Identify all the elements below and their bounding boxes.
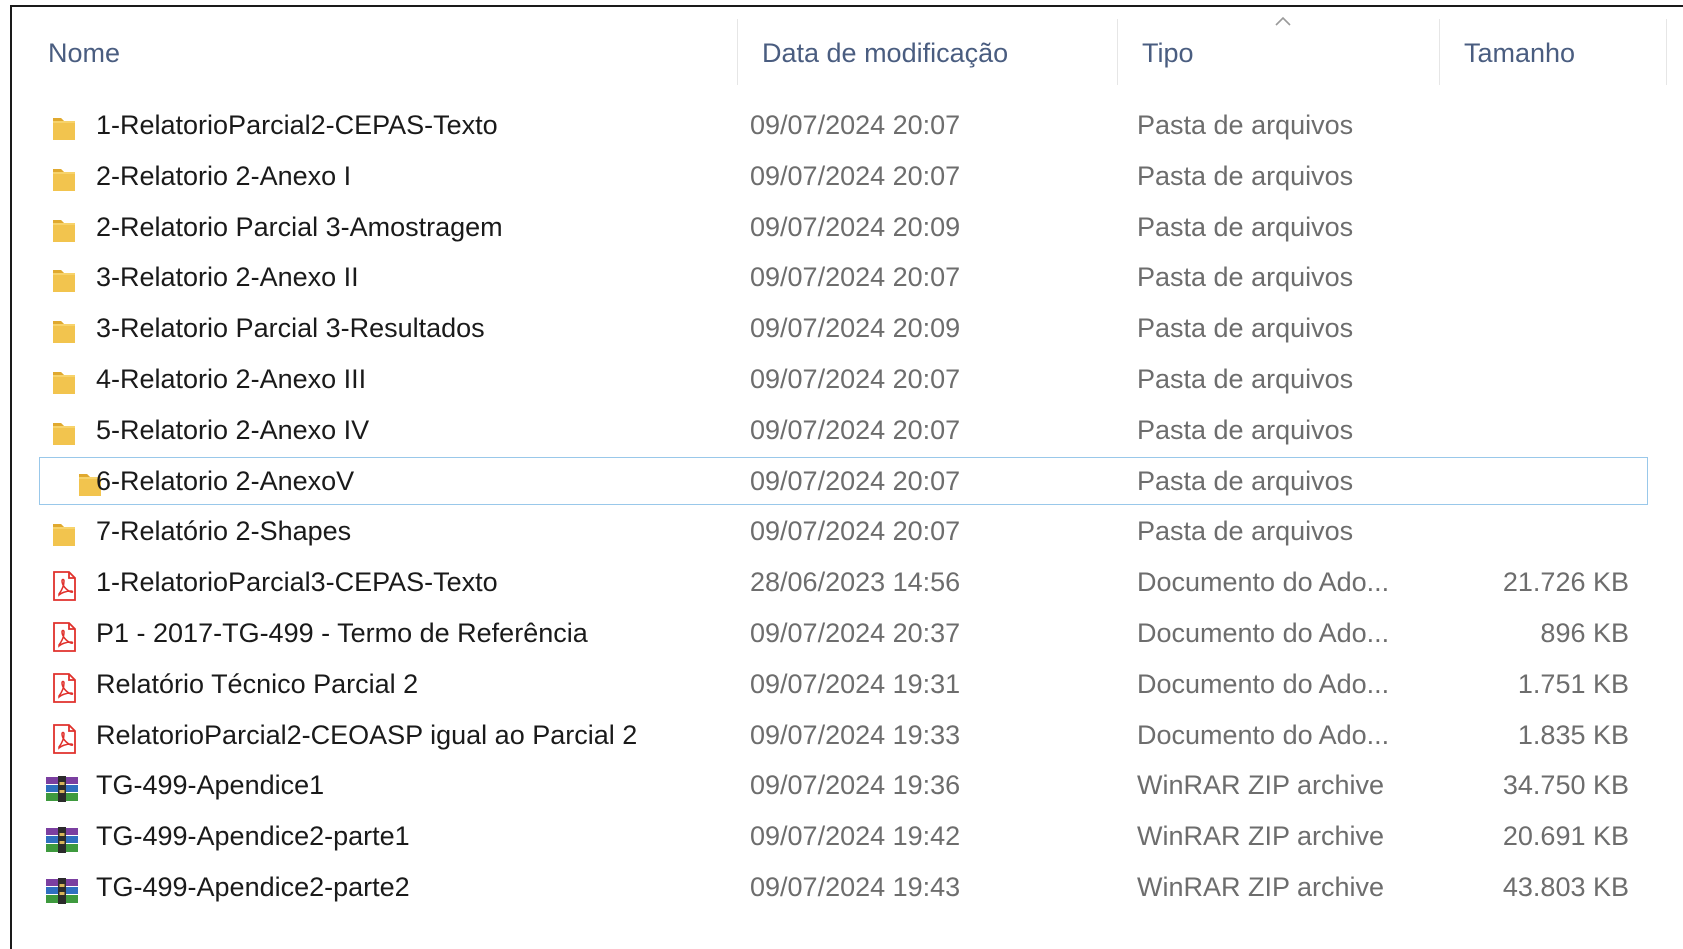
- folder-icon: [48, 415, 80, 445]
- file-row[interactable]: RelatorioParcial2-CEOASP igual ao Parcia…: [12, 710, 1649, 761]
- file-type: Documento do Ado...: [1137, 668, 1390, 699]
- file-row[interactable]: 7-Relatório 2-Shapes 09/07/2024 20:07 Pa…: [12, 506, 1649, 557]
- file-explorer-window: Nome Data de modificação Tipo Tamanho 1-…: [10, 5, 1683, 949]
- file-date-modified: 09/07/2024 20:07: [750, 414, 961, 445]
- file-type: Pasta de arquivos: [1137, 414, 1354, 445]
- file-name: P1 - 2017-TG-499 - Termo de Referência: [96, 617, 588, 648]
- pdf-icon: [48, 720, 80, 754]
- file-name: 1-RelatorioParcial2-CEPAS-Texto: [96, 110, 498, 140]
- file-date-modified: 09/07/2024 20:37: [750, 617, 961, 648]
- file-name: 2-Relatorio 2-Anexo I: [96, 160, 352, 191]
- file-name: TG-499-Apendice1: [96, 770, 325, 801]
- folder-icon: [48, 262, 80, 293]
- file-row[interactable]: TG-499-Apendice2-parte2 09/07/2024 19:43…: [12, 862, 1649, 913]
- file-type: Pasta de arquivos: [1137, 465, 1354, 496]
- file-row[interactable]: 3-Relatorio Parcial 3-Resultados 09/07/2…: [12, 303, 1649, 354]
- pdf-icon: [48, 567, 80, 602]
- winrar-icon: [44, 872, 80, 904]
- file-date-modified: 09/07/2024 19:43: [750, 871, 961, 902]
- column-header-row: Nome Data de modificação Tipo Tamanho: [12, 16, 1683, 87]
- file-type: WinRAR ZIP archive: [1137, 871, 1385, 902]
- file-type: Pasta de arquivos: [1137, 110, 1354, 140]
- file-row[interactable]: Relatório Técnico Parcial 2 09/07/2024 1…: [12, 659, 1649, 710]
- file-date-modified: 09/07/2024 20:07: [750, 110, 961, 140]
- file-size: 20.691 KB: [1502, 821, 1629, 852]
- file-row[interactable]: 6-Relatorio 2-AnexoV 09/07/2024 20:07 Pa…: [38, 456, 1649, 507]
- file-size: 896 KB: [1540, 617, 1629, 648]
- file-type: Documento do Ado...: [1137, 719, 1390, 750]
- folder-icon: [48, 161, 80, 191]
- file-type: WinRAR ZIP archive: [1137, 770, 1385, 801]
- file-name: TG-499-Apendice2-parte2: [96, 871, 410, 902]
- file-date-modified: 09/07/2024 20:09: [750, 313, 961, 344]
- file-name: 7-Relatório 2-Shapes: [96, 516, 352, 547]
- winrar-icon: [44, 821, 80, 854]
- file-row[interactable]: 1-RelatorioParcial3-CEPAS-Texto 28/06/20…: [12, 557, 1649, 608]
- column-header-size[interactable]: Tamanho: [1439, 19, 1667, 85]
- file-row[interactable]: TG-499-Apendice1 09/07/2024 19:36 WinRAR…: [12, 760, 1649, 811]
- file-row[interactable]: 2-Relatorio 2-Anexo I 09/07/2024 20:07 P…: [12, 151, 1649, 202]
- file-name: RelatorioParcial2-CEOASP igual ao Parcia…: [96, 719, 638, 750]
- file-date-modified: 09/07/2024 19:31: [750, 668, 961, 699]
- file-size: 1.751 KB: [1517, 668, 1629, 699]
- file-size: 43.803 KB: [1502, 871, 1629, 902]
- file-row[interactable]: 1-RelatorioParcial2-CEPAS-Texto 09/07/20…: [12, 100, 1649, 151]
- file-name: Relatório Técnico Parcial 2: [96, 668, 419, 699]
- file-name: 2-Relatorio Parcial 3-Amostragem: [96, 211, 503, 242]
- file-type: Pasta de arquivos: [1137, 160, 1354, 191]
- file-type: Documento do Ado...: [1137, 617, 1390, 648]
- folder-icon: [48, 110, 80, 140]
- column-header-date[interactable]: Data de modificação: [737, 19, 1117, 85]
- file-type: WinRAR ZIP archive: [1137, 821, 1385, 852]
- column-header-type[interactable]: Tipo: [1117, 19, 1439, 85]
- folder-icon: [48, 212, 80, 242]
- file-name: 6-Relatorio 2-AnexoV: [96, 465, 355, 496]
- file-size: 1.835 KB: [1517, 719, 1629, 750]
- file-name: TG-499-Apendice2-parte1: [96, 821, 410, 852]
- file-type: Pasta de arquivos: [1137, 363, 1354, 394]
- file-row[interactable]: 3-Relatorio 2-Anexo II 09/07/2024 20:07 …: [12, 252, 1649, 303]
- file-row[interactable]: 4-Relatorio 2-Anexo III 09/07/2024 20:07…: [12, 354, 1649, 405]
- file-type: Pasta de arquivos: [1137, 262, 1354, 293]
- file-name: 3-Relatorio 2-Anexo II: [96, 262, 359, 293]
- folder-icon: [48, 516, 80, 547]
- file-row[interactable]: 5-Relatorio 2-Anexo IV 09/07/2024 20:07 …: [12, 405, 1649, 456]
- file-row[interactable]: 2-Relatorio Parcial 3-Amostragem 09/07/2…: [12, 202, 1649, 253]
- file-date-modified: 09/07/2024 19:33: [750, 719, 961, 750]
- file-date-modified: 09/07/2024 20:07: [750, 262, 961, 293]
- winrar-icon: [44, 770, 80, 803]
- file-type: Pasta de arquivos: [1137, 313, 1354, 344]
- file-size: 21.726 KB: [1502, 567, 1629, 598]
- file-date-modified: 09/07/2024 20:07: [750, 516, 961, 547]
- file-date-modified: 09/07/2024 20:07: [750, 160, 961, 191]
- file-date-modified: 09/07/2024 19:42: [750, 821, 961, 852]
- file-date-modified: 09/07/2024 20:09: [750, 211, 961, 242]
- file-row[interactable]: TG-499-Apendice2-parte1 09/07/2024 19:42…: [12, 811, 1649, 862]
- file-type: Pasta de arquivos: [1137, 516, 1354, 547]
- folder-icon: [48, 364, 80, 394]
- file-row[interactable]: P1 - 2017-TG-499 - Termo de Referência 0…: [12, 608, 1649, 659]
- pdf-icon: [48, 669, 80, 703]
- file-date-modified: 09/07/2024 19:36: [750, 770, 961, 801]
- column-header-name[interactable]: Nome: [12, 19, 737, 85]
- file-name: 1-RelatorioParcial3-CEPAS-Texto: [96, 567, 498, 598]
- file-type: Documento do Ado...: [1137, 567, 1390, 598]
- file-size: 34.750 KB: [1502, 770, 1629, 801]
- file-date-modified: 28/06/2023 14:56: [750, 567, 961, 598]
- folder-icon: [48, 313, 80, 344]
- file-list: 1-RelatorioParcial2-CEPAS-Texto 09/07/20…: [12, 100, 1683, 913]
- pdf-icon: [48, 618, 80, 652]
- file-name: 4-Relatorio 2-Anexo III: [96, 363, 367, 394]
- file-date-modified: 09/07/2024 20:07: [750, 363, 961, 394]
- chevron-up-icon: [1275, 16, 1291, 26]
- file-type: Pasta de arquivos: [1137, 211, 1354, 242]
- file-date-modified: 09/07/2024 20:07: [750, 465, 961, 496]
- file-name: 5-Relatorio 2-Anexo IV: [96, 414, 370, 445]
- file-name: 3-Relatorio Parcial 3-Resultados: [96, 313, 485, 344]
